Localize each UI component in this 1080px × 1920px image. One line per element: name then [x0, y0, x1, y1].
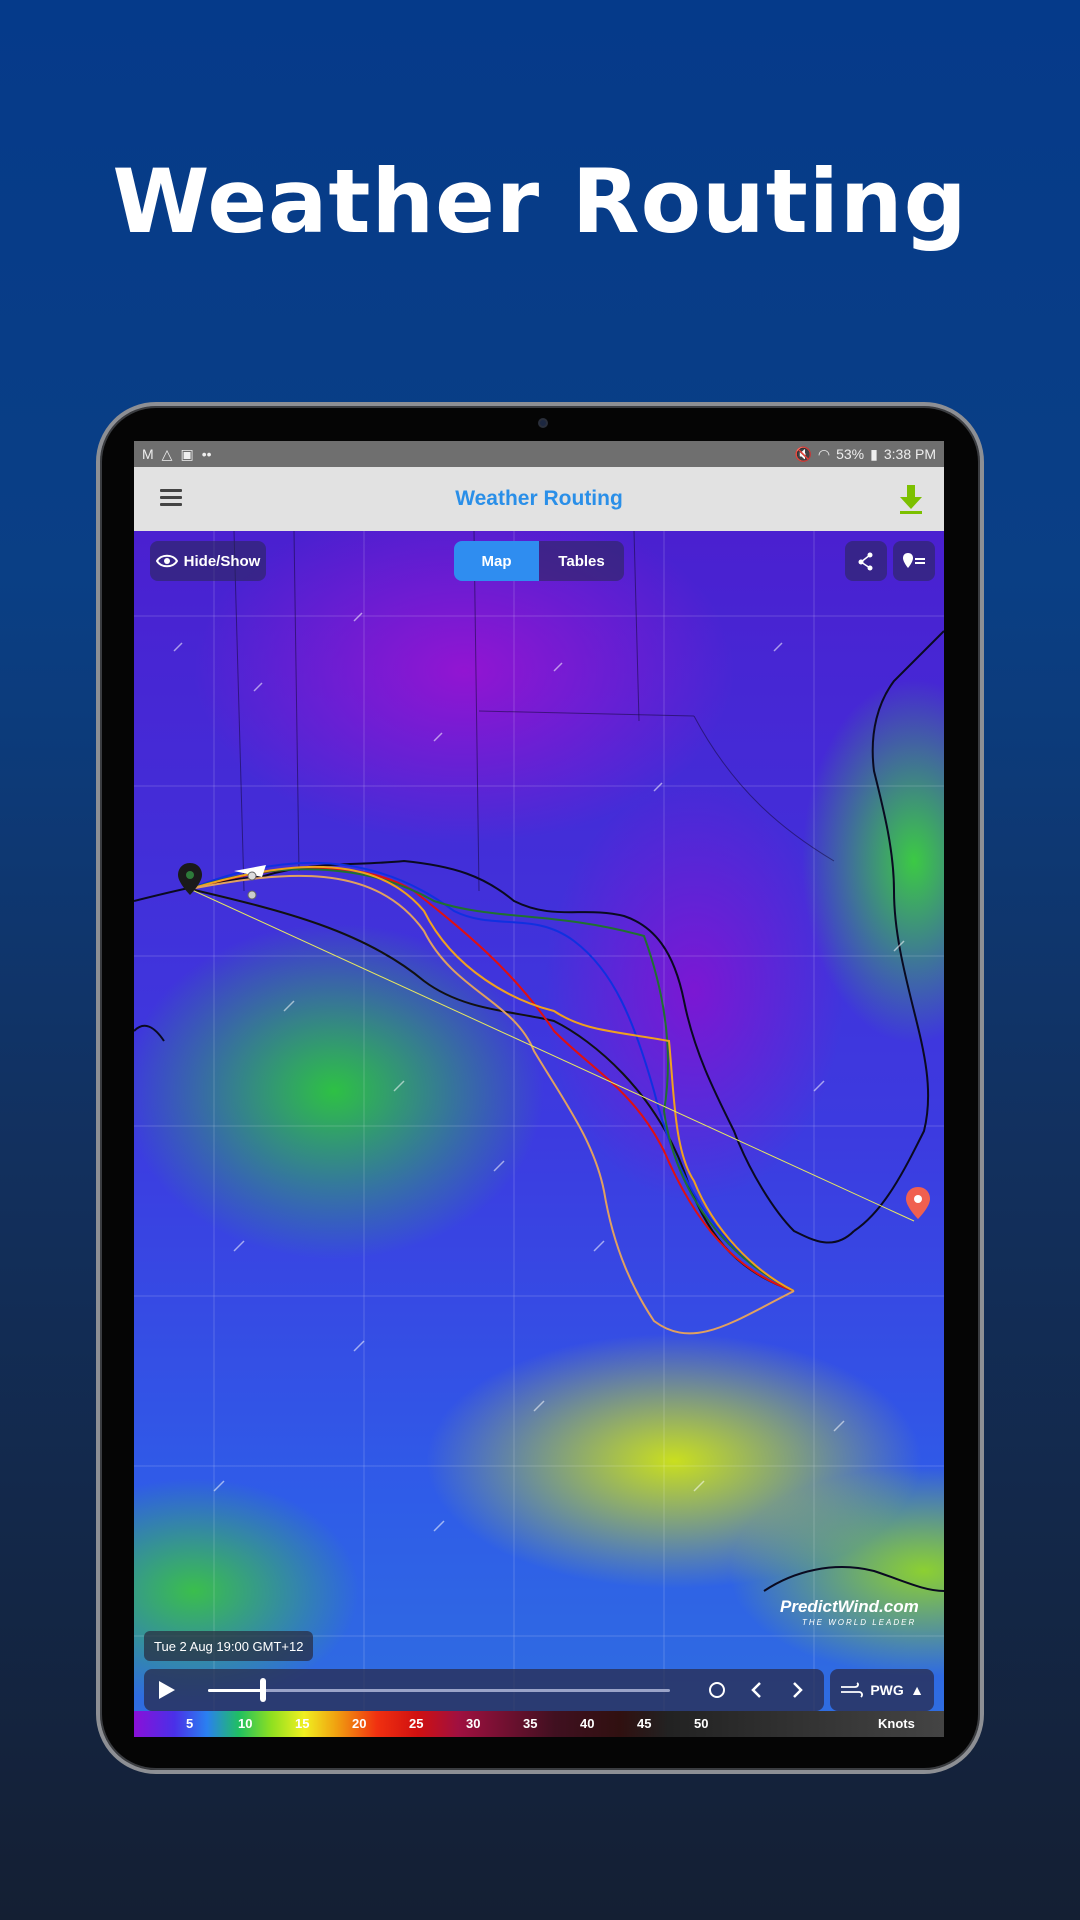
caret-up-icon: ▲: [910, 1682, 924, 1698]
eye-icon: [155, 554, 178, 568]
route-green: [189, 868, 795, 1292]
end-marker: [906, 1187, 930, 1219]
tab-map[interactable]: Map: [454, 541, 539, 581]
wind-icon: [841, 1682, 863, 1698]
legend-value: 50: [694, 1716, 709, 1731]
brand-logo: PredictWind.com: [780, 1597, 919, 1616]
clock: 3:38 PM: [883, 446, 936, 462]
menu-icon[interactable]: [160, 489, 182, 507]
pin-list-button[interactable]: [893, 541, 935, 581]
legend-value: 25: [409, 1716, 424, 1731]
app-title: Weather Routing: [455, 487, 623, 510]
route-red: [189, 867, 795, 1292]
drive-icon: △: [161, 445, 173, 462]
legend-value: 15: [295, 1716, 310, 1731]
hide-show-button[interactable]: Hide/Show: [150, 541, 266, 581]
status-bar: M △ ▣ •• 🔇 ◠ 53% ▮ 3:38 PM: [134, 441, 944, 467]
wifi-icon: ◠: [817, 445, 831, 462]
play-icon[interactable]: [156, 1680, 176, 1700]
status-right: 🔇 ◠ 53% ▮ 3:38 PM: [794, 446, 936, 463]
battery-level: 53%: [836, 446, 865, 462]
wind-barbs: [173, 612, 905, 1532]
pin-list-icon: [903, 553, 925, 568]
model-label: PWG: [870, 1682, 904, 1698]
tab-tables[interactable]: Tables: [539, 541, 624, 581]
view-toggle: Map Tables: [454, 541, 624, 581]
legend-value: 5: [186, 1716, 194, 1731]
gallery-icon: ▣: [180, 445, 194, 462]
route-blue: [189, 861, 795, 1292]
boat-icon: [234, 865, 266, 900]
legend-value: 10: [238, 1716, 253, 1731]
coastline: [134, 630, 944, 1592]
playback-bar: [144, 1669, 824, 1711]
wind-routes: [189, 861, 915, 1335]
route-tan: [189, 874, 795, 1335]
legend-value: 35: [523, 1716, 538, 1731]
map-overlay: [134, 531, 944, 1737]
route-direct: [189, 888, 915, 1222]
chevron-left-icon[interactable]: [746, 1679, 768, 1701]
app-bar: Weather Routing: [134, 467, 944, 531]
more-notifications: ••: [201, 446, 212, 462]
legend-value: 40: [580, 1716, 595, 1731]
wind-speed-legend: 5 10 15 20 25 30 35 40 45 50 Knots: [134, 1711, 944, 1737]
gmail-icon: M: [142, 446, 154, 462]
brand-tagline: THE WORLD LEADER: [802, 1618, 917, 1627]
mute-icon: 🔇: [794, 445, 812, 462]
timeline-progress: [208, 1689, 264, 1692]
model-select[interactable]: PWG ▲: [830, 1669, 934, 1711]
legend-value: 20: [352, 1716, 367, 1731]
legend-unit: Knots: [878, 1716, 915, 1731]
download-icon[interactable]: [898, 483, 924, 515]
legend-value: 30: [466, 1716, 481, 1731]
front-camera: [538, 418, 548, 428]
route-share-button[interactable]: [845, 541, 887, 581]
timeline-scrubber[interactable]: [260, 1678, 267, 1702]
wind-map[interactable]: Hide/Show Map Tables Tue 2 Aug 19:00 GMT…: [134, 531, 944, 1737]
tablet-screen: M △ ▣ •• 🔇 ◠ 53% ▮ 3:38 PM Weather Routi…: [134, 441, 944, 1737]
battery-icon: ▮: [870, 445, 878, 462]
state-borders: [233, 531, 835, 892]
timeline-track[interactable]: [208, 1689, 670, 1692]
chevron-right-icon[interactable]: [786, 1679, 808, 1701]
timestamp-badge: Tue 2 Aug 19:00 GMT+12: [144, 1631, 314, 1661]
route-share-icon: [858, 552, 873, 571]
legend-value: 45: [637, 1716, 652, 1731]
status-left-icons: M △ ▣ ••: [142, 446, 212, 463]
reset-circle-icon[interactable]: [706, 1679, 728, 1701]
hide-show-label: Hide/Show: [183, 552, 261, 570]
hero-title: Weather Routing: [112, 150, 968, 253]
route-black: [189, 888, 795, 1292]
